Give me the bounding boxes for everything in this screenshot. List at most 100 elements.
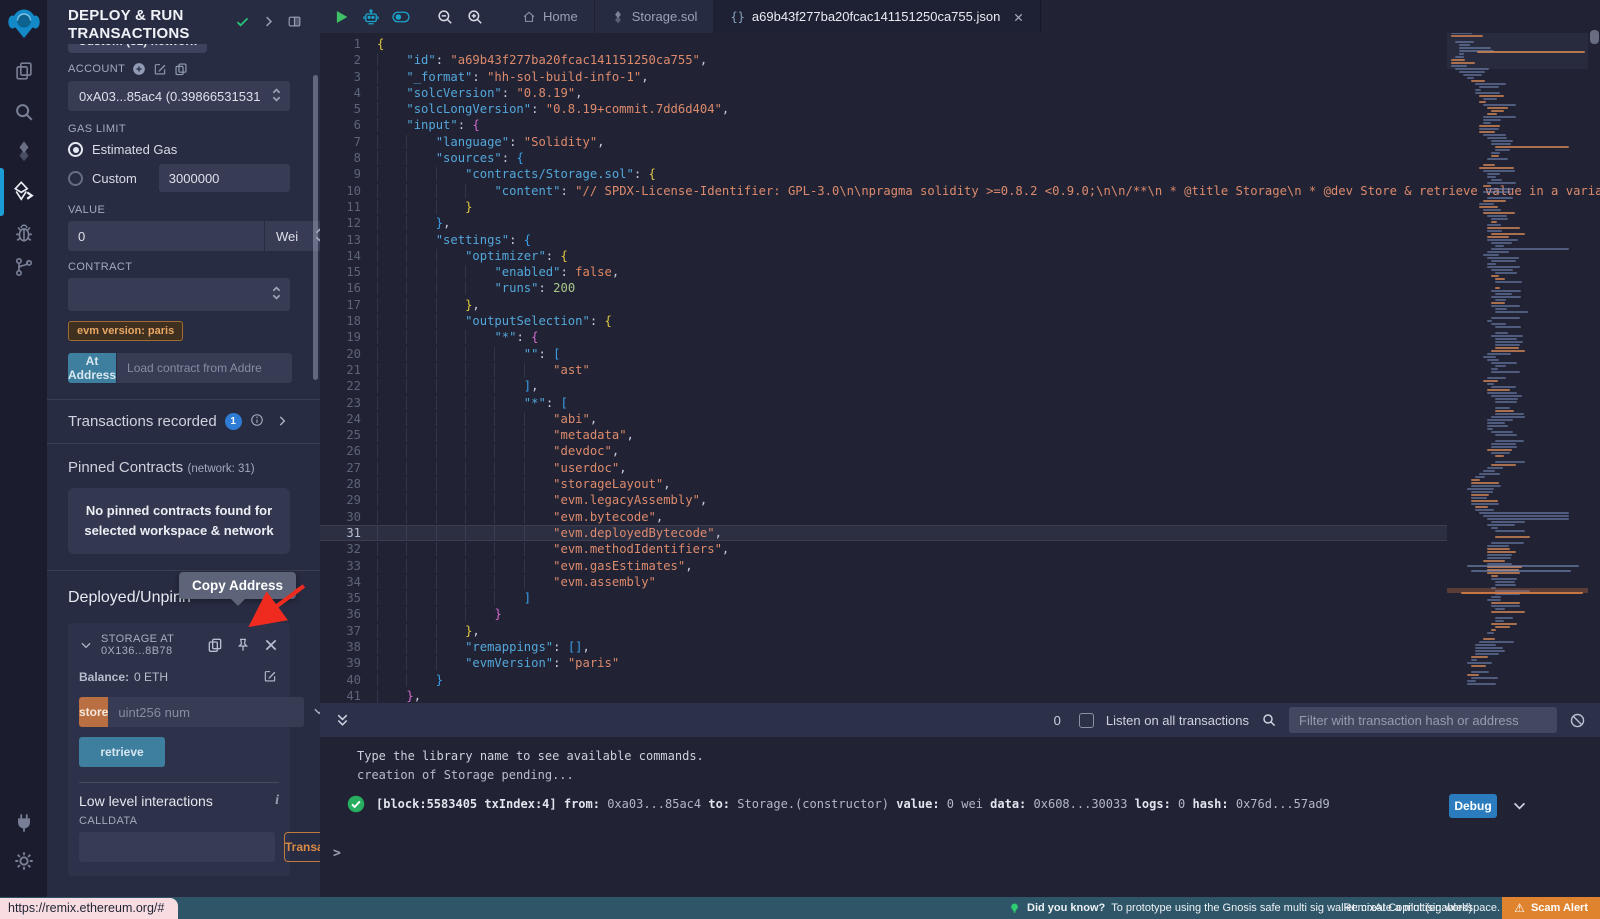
code-line[interactable]: 26 "devdoc", [320,443,1447,459]
tab-home[interactable]: Home [506,0,595,33]
remix-logo-icon[interactable] [0,6,47,40]
minimap[interactable] [1447,33,1588,703]
code-line[interactable]: 18 "outputSelection": { [320,313,1447,329]
edit-balance-icon[interactable] [263,669,279,685]
transaction-log-row[interactable]: [block:5583405 txIndex:4] from: 0xa03...… [347,795,1440,813]
code-line[interactable]: 41 }, [320,688,1447,703]
clear-console-icon[interactable] [1569,712,1586,729]
info-icon[interactable]: i [275,793,279,809]
code-line[interactable]: 3 "_format": "hh-sol-build-info-1", [320,69,1447,85]
code-line[interactable]: 7 "language": "Solidity", [320,134,1447,150]
code-line[interactable]: 40 } [320,672,1447,688]
code-line[interactable]: 28 "storageLayout", [320,476,1447,492]
code-line[interactable]: 30 "evm.bytecode", [320,509,1447,525]
plugin-manager-icon[interactable] [0,812,47,834]
radio-custom-gas[interactable] [68,171,83,186]
chevron-right-icon[interactable] [275,414,290,429]
chevron-down-icon[interactable] [79,638,93,652]
editor-scrollbar-thumb[interactable] [1590,30,1599,44]
code-line[interactable]: 29 "evm.legacyAssembly", [320,492,1447,508]
code-line[interactable]: 22 ], [320,378,1447,394]
code-line[interactable]: 4 "solcVersion": "0.8.19", [320,85,1447,101]
zoom-in-icon[interactable] [466,7,486,27]
info-icon[interactable] [250,413,267,430]
pin-icon[interactable] [235,637,251,653]
solidity-compiler-icon[interactable] [0,140,47,162]
retrieve-button[interactable]: retrieve [79,737,165,767]
ai-copilot-icon[interactable] [362,7,382,27]
tab-build-info-json[interactable]: {} a69b43f277ba20fcac141151250ca755.json [714,0,1041,33]
at-address-button[interactable]: At Address [68,353,116,383]
search-icon[interactable] [1261,712,1277,728]
stepper-icon[interactable] [271,284,282,305]
store-arg-input[interactable] [108,697,304,727]
code-line[interactable]: 1{ [320,36,1447,52]
copy-address-icon[interactable] [207,637,223,653]
code-line[interactable]: 5 "solcLongVersion": "0.8.19+commit.7dd6… [320,101,1447,117]
code-line[interactable]: 19 "*": { [320,329,1447,345]
contract-select[interactable] [68,278,290,311]
code-line[interactable]: 27 "userdoc", [320,460,1447,476]
run-script-icon[interactable] [332,7,352,27]
code-line[interactable]: 8 "sources": { [320,150,1447,166]
code-line[interactable]: 33 "evm.gasEstimates", [320,558,1447,574]
account-select[interactable]: 0xA03...85ac4 (0.39866531531 [68,81,290,111]
store-button[interactable]: store [79,697,108,727]
debugger-icon[interactable] [0,222,47,244]
code-line[interactable]: 25 "metadata", [320,427,1447,443]
calldata-input[interactable] [79,832,275,862]
code-line[interactable]: 11 } [320,199,1447,215]
code-line[interactable]: 35 ] [320,590,1447,606]
code-line[interactable]: 20 "": [ [320,346,1447,362]
code-line[interactable]: 23 "*": [ [320,395,1447,411]
panel-scrollbar[interactable] [313,75,318,380]
debug-button[interactable]: Debug [1449,794,1497,818]
git-icon[interactable] [0,256,47,278]
code-line[interactable]: 16 "runs": 200 [320,280,1447,296]
edit-account-icon[interactable] [153,62,167,76]
estimated-gas-option[interactable]: Estimated Gas [68,142,290,157]
zoom-out-icon[interactable] [436,7,456,27]
expand-terminal-icon[interactable] [334,712,351,729]
code-line[interactable]: 39 "evmVersion": "paris" [320,655,1447,671]
filter-input[interactable] [1289,707,1557,733]
terminal[interactable]: Type the library name to see available c… [320,737,1600,897]
code-line[interactable]: 34 "evm.assembly" [320,574,1447,590]
scam-alert-badge[interactable]: ⚠ Scam Alert [1502,897,1600,919]
custom-gas-option[interactable]: Custom [68,164,290,192]
expand-tx-icon[interactable] [1511,797,1528,814]
file-explorer-icon[interactable] [0,60,47,82]
code-line[interactable]: 38 "remappings": [], [320,639,1447,655]
value-input[interactable] [68,221,264,251]
code-line[interactable]: 24 "abi", [320,411,1447,427]
tab-storage-sol[interactable]: Storage.sol [595,0,715,33]
listen-checkbox[interactable] [1079,713,1094,728]
code-line[interactable]: 32 "evm.methodIdentifiers", [320,541,1447,557]
code-line[interactable]: 37 }, [320,623,1447,639]
at-address-input[interactable] [117,353,292,383]
code-line[interactable]: 9 "contracts/Storage.sol": { [320,166,1447,182]
settings-icon[interactable] [0,850,47,872]
code-line[interactable]: 15 "enabled": false, [320,264,1447,280]
code-line[interactable]: 36 } [320,606,1447,622]
radio-estimated-gas[interactable] [68,142,83,157]
code-line[interactable]: 10 "content": "// SPDX-License-Identifie… [320,183,1447,199]
copilot-status[interactable]: RemixAI Copilot (enabled) [1344,897,1472,919]
pin-panel-icon[interactable] [287,14,302,29]
code-line[interactable]: 2 "id": "a69b43f277ba20fcac141151250ca75… [320,52,1447,68]
code-line[interactable]: 17 }, [320,297,1447,313]
custom-gas-input[interactable] [159,164,290,192]
code-line[interactable]: 14 "optimizer": { [320,248,1447,264]
code-line[interactable]: 13 "settings": { [320,232,1447,248]
code-line[interactable]: 31 "evm.deployedBytecode", [320,525,1447,541]
code-line[interactable]: 12 }, [320,215,1447,231]
add-account-icon[interactable] [132,62,146,76]
code-line[interactable]: 6 "input": { [320,117,1447,133]
close-tab-icon[interactable] [1013,11,1024,22]
chevron-right-icon[interactable] [261,14,276,29]
code-editor[interactable]: 1{2 "id": "a69b43f277ba20fcac141151250ca… [320,33,1600,703]
close-icon[interactable] [263,637,279,653]
deploy-and-run-icon[interactable] [0,180,47,202]
copilot-toggle-icon[interactable] [392,7,418,27]
transactions-recorded-row[interactable]: Transactions recorded 1 [68,400,290,443]
